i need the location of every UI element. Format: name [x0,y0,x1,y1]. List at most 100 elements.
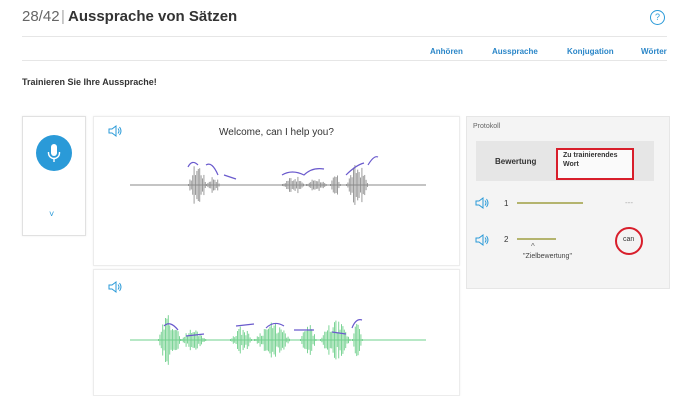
waveform-sample [308,182,310,188]
waveform-sample [272,328,274,352]
waveform-sample [181,339,183,341]
waveform-sample [255,339,257,341]
waveform-sample [176,330,178,350]
waveform-sample [277,332,279,348]
waveform-sample [359,329,360,351]
waveform-sample [354,326,356,354]
waveform-sample [258,336,260,344]
waveform-sample [362,175,364,195]
waveform-sample [336,332,338,348]
waveform-sample [203,174,205,196]
waveform-sample [197,168,199,202]
column-bewertung: Bewertung [495,157,537,166]
waveform-sample [325,184,327,186]
waveform-sample [205,339,207,341]
waveform-sample [256,336,258,344]
waveform-sample [282,184,283,186]
waveform-sample [293,180,295,190]
waveform-sample [300,181,302,189]
protocol-panel: Protokoll Bewertung Zu trainierendes Wor… [466,116,670,289]
waveform-sample [354,165,356,205]
waveform-sample [301,336,303,344]
waveform-sample [185,333,187,347]
waveform-sample [324,183,326,187]
waveform-sample [237,331,238,349]
waveform-sample [189,179,191,191]
waveform-sample [327,330,328,350]
waveform-sample [188,184,189,186]
waveform-sample [273,325,275,355]
tab-aussprache[interactable]: Aussprache [492,47,538,56]
user-recording-panel [93,269,460,396]
waveform-sample [214,179,216,191]
waveform-sample [210,181,212,189]
chevron-down-icon[interactable]: ˅ [49,209,54,219]
tab-anhoeren[interactable]: Anhören [430,47,463,56]
waveform-sample [304,331,306,349]
waveform-sample [230,339,231,341]
waveform-sample [280,329,282,351]
waveform-sample [352,339,353,341]
attempt-number: 1 [504,199,509,208]
waveform-sample [320,182,321,188]
waveform-sample [166,318,168,362]
waveform-sample [231,338,233,342]
waveform-sample [348,336,349,344]
speaker-icon[interactable] [474,196,490,210]
waveform-sample [263,329,265,351]
waveform-sample [313,180,314,190]
waveform-sample [239,326,241,354]
waveform-sample [215,182,217,188]
waveform-sample [300,339,301,341]
waveform-sample [283,330,285,350]
waveform-sample [348,178,350,192]
score-bar [517,202,583,204]
waveform-sample [208,181,210,189]
help-icon[interactable]: ? [650,10,665,25]
waveform-sample [179,336,180,344]
waveform-sample [360,334,362,346]
waveform-sample [245,335,247,345]
waveform-sample [310,182,312,188]
waveform-sample [269,326,271,354]
waveform-sample [259,333,261,347]
waveform-sample [353,167,354,203]
waveform-sample [355,173,357,197]
waveform-sample [275,323,276,357]
header-divider [22,36,667,37]
waveform-sample [338,181,340,189]
waveform-sample [266,329,268,351]
waveform-sample [367,183,368,187]
waveform-sample [341,324,342,356]
record-button[interactable] [36,135,72,171]
waveform-sample [315,339,317,341]
waveform-sample [211,177,213,193]
waveform-sample [314,334,315,346]
waveform-sample [353,333,355,347]
waveform-sample [330,184,331,186]
waveform-sample [162,324,164,356]
waveform-sample [297,176,299,194]
tab-konjugation[interactable]: Konjugation [567,47,614,56]
waveform-sample [343,329,345,351]
waveform-sample [282,332,283,348]
speaker-icon[interactable] [474,233,490,247]
waveform-sample [365,179,367,191]
waveform-sample [198,336,200,344]
waveform-sample [184,336,186,344]
waveform-sample [335,320,337,360]
waveform-sample [190,180,192,190]
waveform-sample [207,182,209,188]
waveform-sample [305,330,307,350]
waveform-sample [307,183,309,187]
waveform-sample [312,335,314,345]
waveform-sample [302,332,304,348]
waveform-sample [193,166,195,204]
waveform-sample [203,338,205,342]
waveform-sample [332,327,334,353]
waveform-sample [199,168,201,202]
reference-pitch-contour [187,156,379,180]
waveform-sample [172,329,173,351]
waveform-sample [217,179,219,191]
tab-woerter[interactable]: Wörter [641,47,667,56]
